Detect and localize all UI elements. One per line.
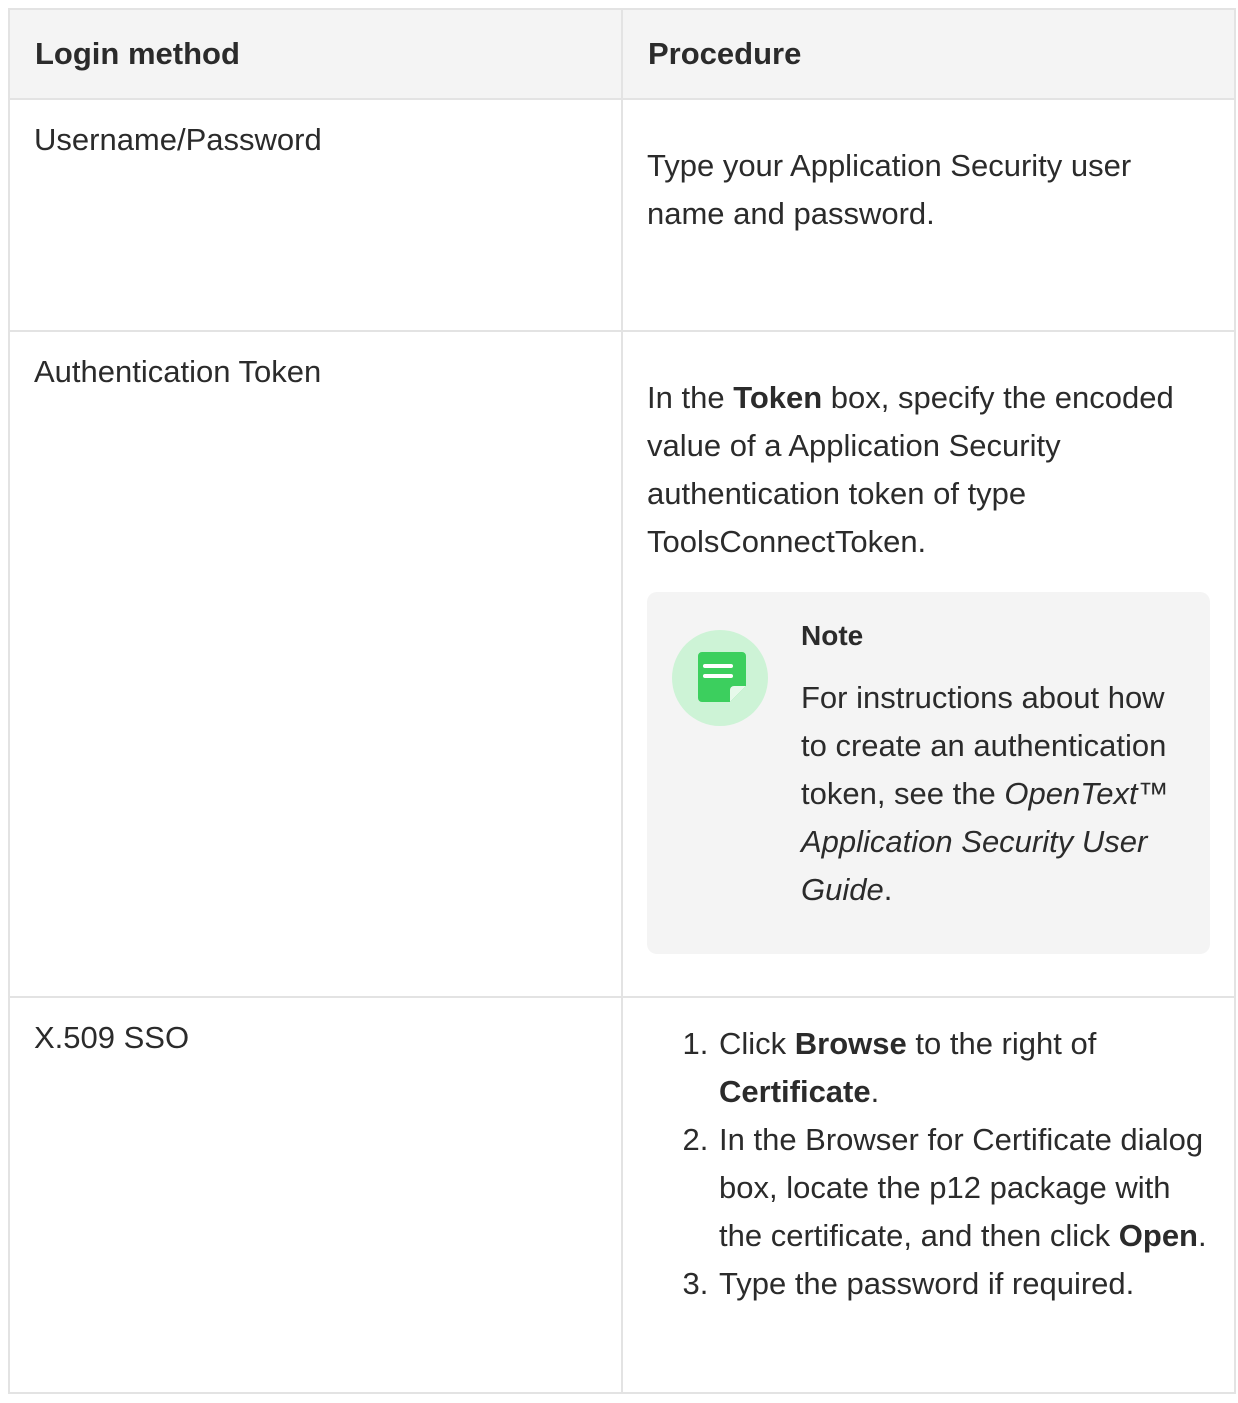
procedure-text-part: In the <box>647 380 734 415</box>
ui-term-browse: Browse <box>794 1026 907 1061</box>
table-header-row: Login method Procedure <box>8 8 1236 100</box>
step-text-part: Type the password if required. <box>719 1266 1135 1301</box>
ui-term-certificate: Certificate <box>719 1074 871 1109</box>
procedure-cell: Type your Application Security user name… <box>621 98 1236 332</box>
procedure-text: Type your Application Security user name… <box>647 148 1132 231</box>
table-row: Username/Password Type your Application … <box>8 98 1236 332</box>
step-text-part: . <box>1198 1218 1207 1253</box>
step-text-part: to the right of <box>906 1026 1097 1061</box>
procedure-cell: In the Token box, specify the encoded va… <box>621 330 1236 998</box>
step-item: In the Browser for Certificate dialog bo… <box>717 1116 1210 1260</box>
note-title: Note <box>801 620 864 651</box>
login-method-cell: Username/Password <box>8 98 623 332</box>
procedure-cell: Click Browse to the right of Certificate… <box>621 996 1236 1394</box>
step-text-part: . <box>870 1074 880 1109</box>
login-method-cell: X.509 SSO <box>8 996 623 1394</box>
step-item: Click Browse to the right of Certificate… <box>717 1020 1210 1116</box>
table-row: Authentication Token In the Token box, s… <box>8 330 1236 998</box>
login-method-cell: Authentication Token <box>8 330 623 998</box>
procedure-text: In the Token box, specify the encoded va… <box>647 374 1210 566</box>
table-row: X.509 SSO Click Browse to the right of C… <box>8 996 1236 1394</box>
step-text-part: Click <box>719 1026 795 1061</box>
column-header-procedure: Procedure <box>621 8 1236 100</box>
procedure-steps: Click Browse to the right of Certificate… <box>647 1020 1210 1308</box>
note-text-part: . <box>883 872 893 907</box>
login-methods-table: Login method Procedure Username/Password… <box>8 8 1236 1394</box>
ui-term-token: Token <box>733 380 823 415</box>
note-icon <box>672 630 768 726</box>
step-item: Type the password if required. <box>717 1260 1210 1308</box>
column-header-login-method: Login method <box>8 8 623 100</box>
note-text: For instructions about how to create an … <box>801 674 1186 914</box>
ui-term-open: Open <box>1118 1218 1198 1253</box>
note-callout: Note For instructions about how to creat… <box>647 592 1210 954</box>
